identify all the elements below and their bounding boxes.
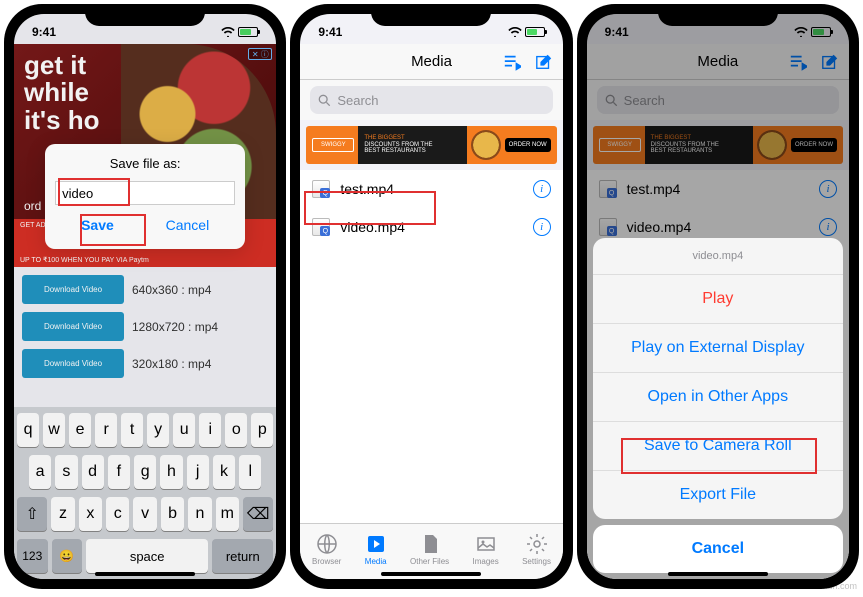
file-name: test.mp4 — [340, 181, 522, 197]
tab-settings[interactable]: Settings — [522, 533, 551, 566]
save-button[interactable]: Save — [69, 213, 126, 237]
image-icon — [475, 533, 497, 555]
dialog-title: Save file as: — [55, 156, 235, 171]
info-icon[interactable]: i — [533, 180, 551, 198]
file-name: video.mp4 — [340, 219, 522, 235]
media-icon — [365, 533, 387, 555]
sheet-open-other[interactable]: Open in Other Apps — [593, 373, 843, 422]
file-row[interactable]: video.mp4 i — [300, 208, 562, 246]
tab-browser[interactable]: Browser — [312, 533, 341, 566]
file-icon — [419, 533, 441, 555]
save-file-dialog: Save file as: Save Cancel — [45, 144, 245, 249]
battery-icon — [525, 27, 545, 37]
ad-text: THE BIGGESTDISCOUNTS FROM THEBEST RESTAU… — [358, 126, 466, 164]
cancel-button[interactable]: Cancel — [154, 213, 222, 237]
nav-title: Media — [411, 53, 452, 70]
tab-images[interactable]: Images — [473, 533, 499, 566]
search-input[interactable]: Search — [310, 86, 552, 114]
gear-icon — [526, 533, 548, 555]
status-time: 9:41 — [318, 25, 342, 39]
action-sheet-backdrop[interactable]: video.mp4 Play Play on External Display … — [587, 14, 849, 579]
action-sheet: video.mp4 Play Play on External Display … — [593, 238, 843, 519]
globe-icon — [316, 533, 338, 555]
sheet-play-external[interactable]: Play on External Display — [593, 324, 843, 373]
order-now-button[interactable]: ORDER NOW — [505, 138, 551, 152]
sheet-export[interactable]: Export File — [593, 471, 843, 519]
sheet-title: video.mp4 — [593, 238, 843, 275]
phone-frame-2: 9:41 Media Search SWIGGY THE BIGGESTDISC… — [290, 4, 572, 589]
phone-frame-3: 9:41 Media Search SWIGGY THE BIGGESTDISC… — [577, 4, 859, 589]
tab-other-files[interactable]: Other Files — [410, 533, 449, 566]
tab-media[interactable]: Media — [365, 533, 387, 566]
sheet-cancel[interactable]: Cancel — [593, 525, 843, 573]
file-list: test.mp4 i video.mp4 i — [300, 170, 562, 523]
search-icon — [318, 94, 331, 107]
filename-input[interactable] — [55, 181, 235, 205]
ad-logo: SWIGGY — [312, 138, 354, 152]
watermark: wsxdn.com — [812, 581, 857, 591]
nav-bar: Media — [300, 44, 562, 80]
info-icon[interactable]: i — [533, 218, 551, 236]
tab-bar: Browser Media Other Files Images Settings — [300, 523, 562, 579]
sheet-play[interactable]: Play — [593, 275, 843, 324]
ad-banner[interactable]: SWIGGY THE BIGGESTDISCOUNTS FROM THEBEST… — [306, 126, 556, 164]
wifi-icon — [508, 27, 522, 37]
phone-frame-1: 9:41 get it while it's ho ord ato ✕ ⓘ GE… — [4, 4, 286, 589]
video-file-icon — [312, 218, 330, 236]
playlist-icon[interactable] — [503, 53, 521, 71]
pizza-icon — [471, 130, 501, 160]
video-file-icon — [312, 180, 330, 198]
save-dialog-backdrop: Save file as: Save Cancel — [14, 14, 276, 579]
compose-icon[interactable] — [535, 53, 553, 71]
sheet-save-camera-roll[interactable]: Save to Camera Roll — [593, 422, 843, 471]
file-row[interactable]: test.mp4 i — [300, 170, 562, 208]
